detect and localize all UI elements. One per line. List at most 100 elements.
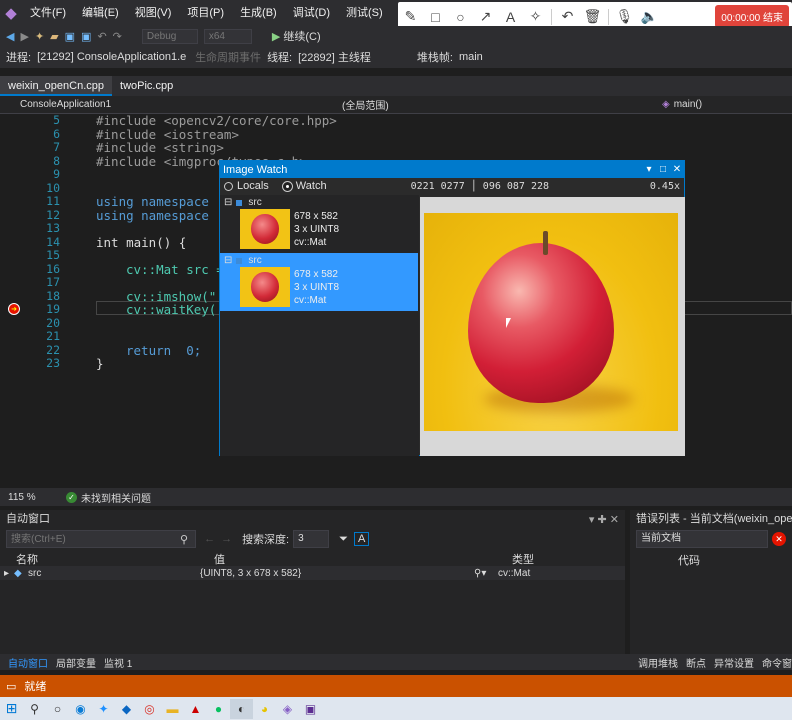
visualstudio-icon[interactable]: ◈ (276, 699, 299, 719)
speaker-icon[interactable]: 🔈 (637, 8, 662, 25)
platform-select[interactable]: x64 (203, 28, 252, 44)
folder-icon[interactable]: ▬ (161, 699, 184, 719)
new-project-icon[interactable]: ✦ (35, 30, 44, 43)
pencil-icon[interactable]: ✎ (398, 8, 423, 25)
continue-button[interactable]: 继续(C) (283, 28, 320, 44)
edge-icon[interactable]: ◉ (69, 699, 92, 719)
scope-select[interactable]: (全局范围) (342, 97, 662, 112)
circle-icon[interactable]: ○ (448, 9, 473, 25)
tab-twopic[interactable]: twoPic.cpp (112, 76, 181, 96)
media-icon[interactable]: ◕ (253, 699, 276, 719)
search-depth-select[interactable]: 3 (293, 530, 330, 548)
windows-icon[interactable]: ⊞ (0, 699, 23, 719)
menu-file[interactable]: 文件(F) (22, 0, 74, 26)
filter-icon[interactable]: ⏷ (339, 533, 348, 546)
dropdown-icon[interactable]: ▾ (642, 164, 656, 175)
tab-watch1[interactable]: 监视 1 (104, 655, 132, 670)
store-icon[interactable]: ✦ (92, 699, 115, 719)
imagewatch-icon[interactable]: ◐ (230, 698, 253, 719)
navigation-bar: ConsoleApplication1 (全局范围) ◈ main() (0, 96, 792, 114)
wechat-icon[interactable]: ● (207, 699, 230, 719)
error-scope-select[interactable]: 当前文档 (636, 530, 768, 548)
forward-icon[interactable]: ▶ (20, 30, 28, 43)
watch-radio[interactable] (281, 180, 293, 192)
column-name[interactable]: 名称 (16, 551, 214, 567)
column-type[interactable]: 类型 (512, 551, 534, 567)
column-code[interactable]: 代码 (678, 552, 792, 568)
forward-nav-icon[interactable]: → (221, 533, 232, 545)
collapse-icon[interactable]: ⊟ (224, 255, 232, 266)
tab-exceptions[interactable]: 异常设置 (714, 655, 754, 670)
watch-label[interactable]: Watch (296, 180, 327, 192)
terminal-icon[interactable]: ▣ (299, 699, 322, 719)
search-icon[interactable]: ⚲ (23, 699, 46, 719)
image-watch-titlebar[interactable]: Image Watch ▾ □ ✕ (220, 161, 684, 178)
panel-menu-icon[interactable]: ▾ ✚ ✕ (589, 513, 619, 526)
undo-icon[interactable]: ↶ (555, 8, 580, 25)
image-entry-selected[interactable]: ⊟ src 678 x 582 3 x UINT8 cv::Mat (220, 253, 418, 311)
undo-icon[interactable]: ↶ (97, 30, 106, 43)
taskview-icon[interactable]: ○ (46, 699, 69, 719)
locals-label[interactable]: Locals (237, 180, 269, 192)
redo-icon[interactable]: ↷ (113, 30, 122, 43)
tab-autos[interactable]: 自动窗口 (8, 655, 48, 670)
text-icon[interactable]: A (498, 9, 523, 25)
pdf-icon[interactable]: ▲ (184, 699, 207, 719)
continue-icon[interactable]: ▶ (272, 30, 280, 43)
recording-stop-button[interactable]: 00:00:00 结束 (715, 5, 789, 28)
zoom-select[interactable]: 115 % (8, 492, 66, 503)
thread-select[interactable]: [22892] 主线程 (298, 49, 371, 65)
issues-status[interactable]: 未找到相关问题 (81, 490, 151, 505)
square-icon[interactable]: □ (423, 9, 448, 25)
locals-radio[interactable] (224, 181, 233, 191)
menu-build[interactable]: 生成(B) (232, 0, 285, 26)
trash-icon[interactable]: 🗑 (580, 8, 605, 25)
function-select[interactable]: main() (674, 99, 702, 110)
visualizer-icon[interactable]: ⚲▾ (474, 568, 498, 579)
code-line-23: } (96, 356, 104, 371)
lifecycle-events-button[interactable]: 生命周期事件 (195, 49, 261, 65)
open-icon[interactable]: ▰ (50, 30, 58, 43)
back-icon[interactable]: ◀ (6, 30, 14, 43)
tab-command[interactable]: 命令窗 (762, 655, 792, 670)
image-watch-window[interactable]: Image Watch ▾ □ ✕ Locals Watch 0221 0277… (219, 160, 685, 456)
close-icon[interactable]: ✕ (670, 164, 684, 175)
tab-locals[interactable]: 局部变量 (56, 655, 96, 670)
error-icon[interactable]: ✕ (772, 532, 786, 546)
save-icon[interactable]: ▣ (65, 30, 75, 43)
column-value[interactable]: 值 (214, 551, 512, 567)
save-all-icon[interactable]: ▣ (81, 30, 91, 43)
row-value[interactable]: {UINT8, 3 x 678 x 582} (200, 568, 474, 579)
image-view[interactable] (420, 197, 685, 456)
vscode-icon[interactable]: ◆ (115, 699, 138, 719)
process-select[interactable]: [21292] ConsoleApplication1.e (37, 51, 189, 63)
magic-icon[interactable]: ✧ (523, 8, 548, 25)
mic-icon[interactable]: 🎙 (612, 8, 637, 25)
table-row[interactable]: ▸ ◆ src {UINT8, 3 x 678 x 582} ⚲▾ cv::Ma… (0, 566, 625, 580)
format-icon[interactable]: A (353, 532, 370, 546)
tab-weixin-opencn[interactable]: weixin_openCn.cpp (0, 76, 113, 96)
image-dims: 678 x 582 (294, 269, 338, 280)
collapse-icon[interactable]: ⊟ (224, 197, 232, 208)
menu-edit[interactable]: 编辑(E) (74, 0, 127, 26)
search-input[interactable] (6, 530, 196, 548)
menu-test[interactable]: 测试(S) (338, 0, 391, 26)
menu-debug[interactable]: 调试(D) (285, 0, 338, 26)
project-select[interactable]: ConsoleApplication1 (20, 99, 342, 110)
visual-studio-logo-icon[interactable]: ◆ (0, 0, 22, 26)
chrome-icon[interactable]: ◎ (138, 699, 161, 719)
expand-icon[interactable]: ▸ (4, 568, 14, 579)
stack-frame-select[interactable]: main (459, 51, 483, 63)
maximize-icon[interactable]: □ (656, 164, 670, 175)
menu-view[interactable]: 视图(V) (127, 0, 180, 26)
tab-breakpoints[interactable]: 断点 (686, 655, 706, 670)
back-nav-icon[interactable]: ← (204, 533, 215, 545)
search-icon[interactable]: ⚲ (180, 533, 188, 546)
image-list: ⊟ src 678 x 582 3 x UINT8 cv::Mat ⊟ src 67… (220, 195, 419, 456)
config-select[interactable]: Debug (141, 28, 198, 44)
apple-image[interactable] (424, 213, 678, 431)
menu-project[interactable]: 项目(P) (179, 0, 232, 26)
tab-callstack[interactable]: 调用堆栈 (638, 655, 678, 670)
image-entry[interactable]: ⊟ src 678 x 582 3 x UINT8 cv::Mat (220, 195, 418, 253)
arrow-icon[interactable]: ↗ (473, 8, 498, 25)
